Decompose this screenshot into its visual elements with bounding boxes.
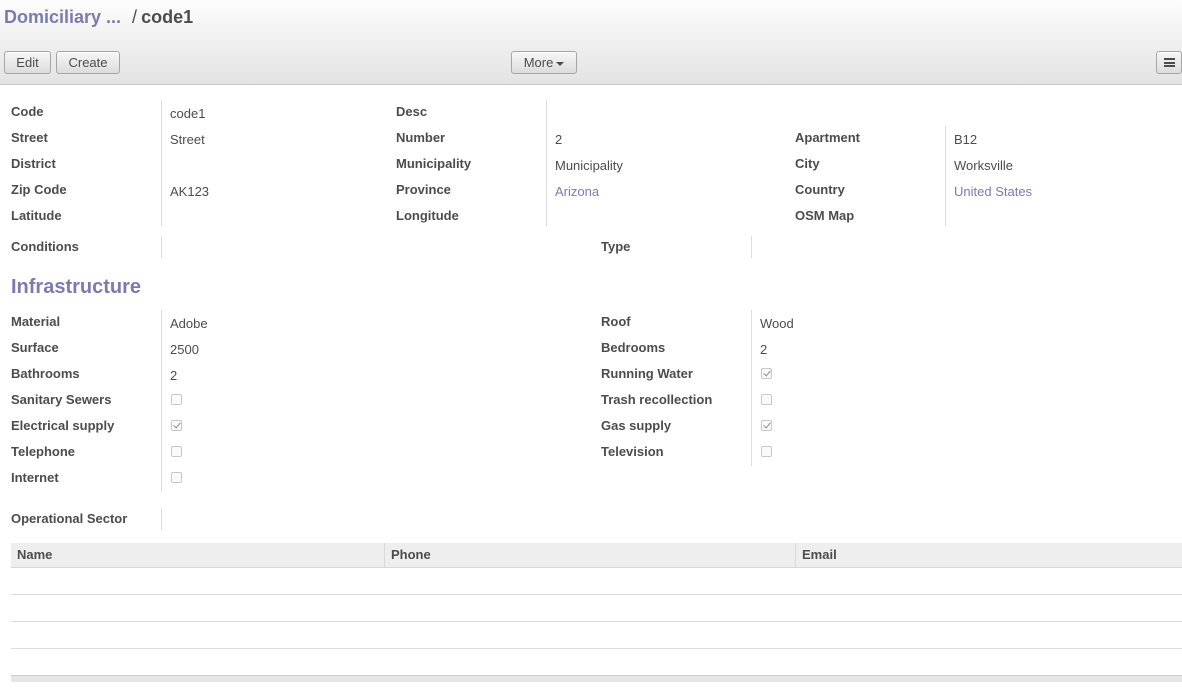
column-divider bbox=[161, 508, 162, 530]
more-button-label: More bbox=[523, 55, 554, 70]
electrical-supply-label: Electrical supply bbox=[11, 418, 115, 433]
zip-code-value: AK123 bbox=[170, 184, 210, 199]
breadcrumb-current: code1 bbox=[141, 7, 194, 27]
number-label: Number bbox=[396, 130, 446, 145]
television-label: Television bbox=[601, 444, 664, 459]
code-value: code1 bbox=[170, 106, 206, 121]
trash-recollection-label: Trash recollection bbox=[601, 392, 713, 407]
internet-label: Internet bbox=[11, 470, 59, 485]
column-header-name[interactable]: Name bbox=[11, 543, 384, 567]
sidebar-toggle-button[interactable] bbox=[1156, 51, 1182, 74]
edit-button[interactable]: Edit bbox=[4, 51, 51, 74]
column-divider bbox=[751, 236, 752, 258]
municipality-label: Municipality bbox=[396, 156, 472, 171]
desc-label: Desc bbox=[396, 104, 428, 119]
column-divider bbox=[945, 126, 946, 226]
infrastructure-section-title: Infrastructure bbox=[11, 276, 142, 298]
osm-map-label: OSM Map bbox=[795, 208, 855, 223]
longitude-label: Longitude bbox=[396, 208, 459, 223]
caret-down-icon bbox=[556, 61, 565, 66]
latitude-label: Latitude bbox=[11, 208, 62, 223]
city-value: Worksville bbox=[954, 158, 1013, 173]
street-label: Street bbox=[11, 130, 48, 145]
more-dropdown-button[interactable]: More bbox=[511, 51, 577, 74]
sanitary-sewers-label: Sanitary Sewers bbox=[11, 392, 112, 407]
bedrooms-value: 2 bbox=[760, 342, 768, 357]
bathrooms-value: 2 bbox=[170, 368, 178, 383]
table-footer bbox=[11, 675, 1182, 682]
country-link[interactable]: United States bbox=[954, 184, 1032, 199]
zip-code-label: Zip Code bbox=[11, 182, 67, 197]
running-water-label: Running Water bbox=[601, 366, 693, 381]
roof-label: Roof bbox=[601, 314, 631, 329]
internet-checkbox[interactable] bbox=[171, 472, 182, 483]
telephone-checkbox[interactable] bbox=[171, 446, 182, 457]
bathrooms-label: Bathrooms bbox=[11, 366, 80, 381]
breadcrumb-parent-link[interactable]: Domiciliary ... bbox=[4, 7, 121, 27]
telephone-label: Telephone bbox=[11, 444, 76, 459]
column-divider bbox=[751, 310, 752, 466]
code-label: Code bbox=[11, 104, 44, 119]
column-divider bbox=[546, 100, 547, 226]
province-link[interactable]: Arizona bbox=[555, 184, 599, 199]
breadcrumb-separator: / bbox=[132, 7, 138, 27]
street-value: Street bbox=[170, 132, 205, 147]
roof-value: Wood bbox=[760, 316, 794, 331]
gas-supply-label: Gas supply bbox=[601, 418, 672, 433]
create-button[interactable]: Create bbox=[56, 51, 120, 74]
operational-sector-label: Operational Sector bbox=[11, 511, 128, 526]
control-panel: Domiciliary ... / code1 Edit Create More bbox=[0, 0, 1182, 85]
column-header-phone[interactable]: Phone bbox=[384, 543, 795, 567]
running-water-checkbox[interactable] bbox=[761, 368, 772, 379]
material-label: Material bbox=[11, 314, 61, 329]
number-value: 2 bbox=[555, 132, 563, 147]
contacts-table-header: Name Phone Email bbox=[11, 543, 1182, 568]
table-row bbox=[11, 595, 1182, 622]
television-checkbox[interactable] bbox=[761, 446, 772, 457]
apartment-value: B12 bbox=[954, 132, 978, 147]
bedrooms-label: Bedrooms bbox=[601, 340, 666, 355]
conditions-label: Conditions bbox=[11, 239, 79, 254]
city-label: City bbox=[795, 156, 820, 171]
column-divider bbox=[161, 310, 162, 492]
table-row bbox=[11, 568, 1182, 595]
surface-label: Surface bbox=[11, 340, 59, 355]
type-label: Type bbox=[601, 239, 631, 254]
breadcrumb: Domiciliary ... / code1 bbox=[4, 7, 193, 28]
column-header-email[interactable]: Email bbox=[795, 543, 1182, 567]
hamburger-icon bbox=[1163, 58, 1175, 67]
table-row bbox=[11, 649, 1182, 676]
material-value: Adobe bbox=[170, 316, 208, 331]
gas-supply-checkbox[interactable] bbox=[761, 420, 772, 431]
column-divider bbox=[161, 100, 162, 226]
table-row bbox=[11, 622, 1182, 649]
trash-recollection-checkbox[interactable] bbox=[761, 394, 772, 405]
apartment-label: Apartment bbox=[795, 130, 861, 145]
sanitary-sewers-checkbox[interactable] bbox=[171, 394, 182, 405]
column-divider bbox=[161, 236, 162, 258]
country-label: Country bbox=[795, 182, 845, 197]
district-label: District bbox=[11, 156, 56, 171]
electrical-supply-checkbox[interactable] bbox=[171, 420, 182, 431]
province-label: Province bbox=[396, 182, 451, 197]
surface-value: 2500 bbox=[170, 342, 199, 357]
municipality-value: Municipality bbox=[555, 158, 623, 173]
